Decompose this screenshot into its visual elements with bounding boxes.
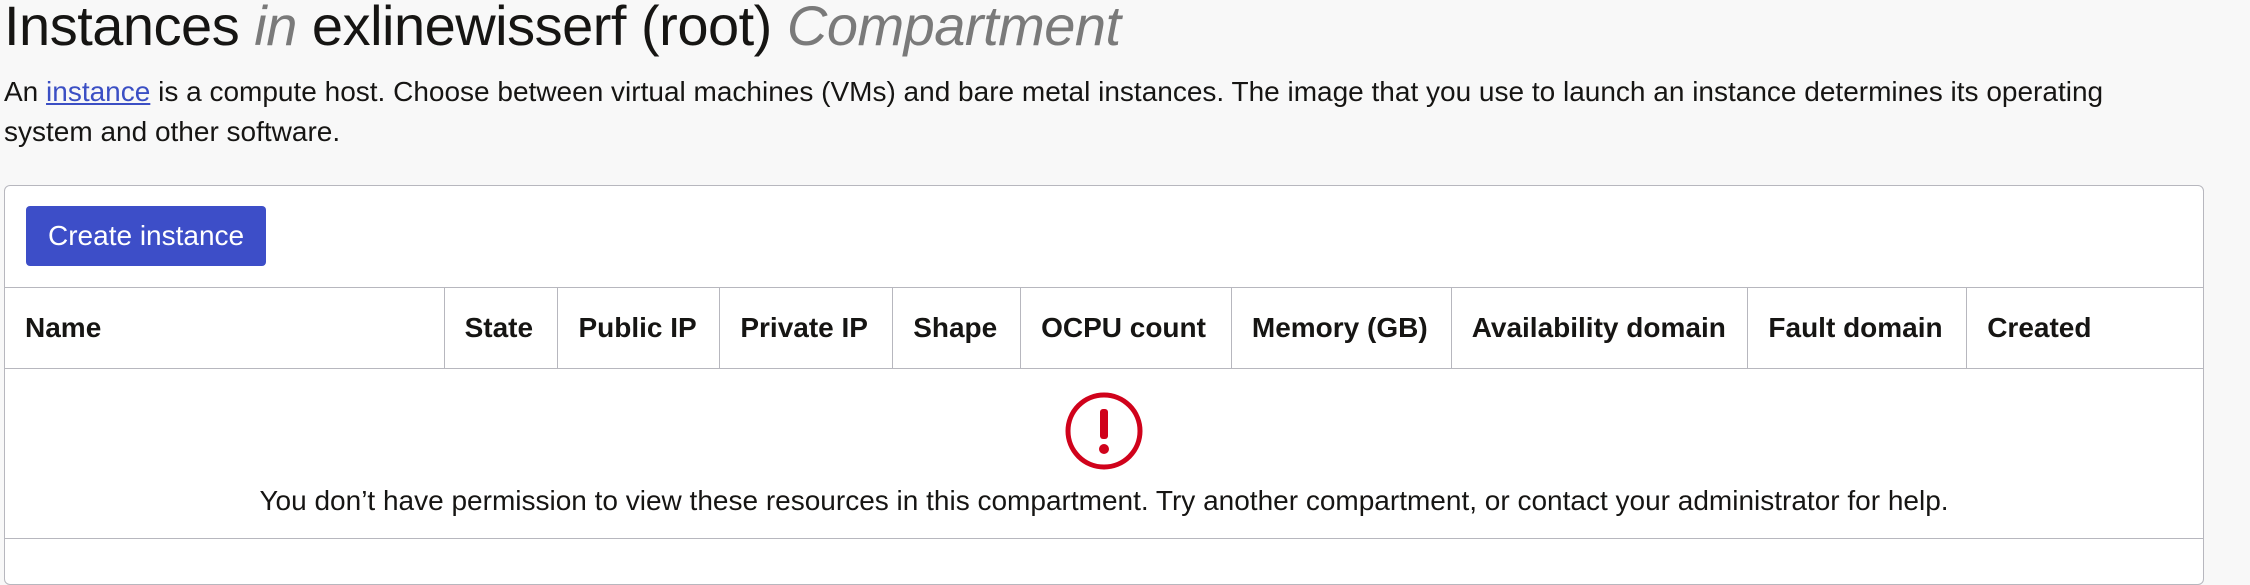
page-title: Instances in exlinewisserf (root) Compar… <box>4 0 1121 62</box>
column-header-public-ip[interactable]: Public IP <box>558 288 721 368</box>
instance-doc-link[interactable]: instance <box>46 76 150 107</box>
column-header-fault-domain[interactable]: Fault domain <box>1748 288 1968 368</box>
table-header-row: Name State Public IP Private IP Shape OC… <box>5 287 2203 369</box>
description-prefix: An <box>4 76 47 107</box>
column-header-state[interactable]: State <box>445 288 559 368</box>
description-suffix: is a compute host. Choose between virtua… <box>4 76 2104 147</box>
column-header-shape[interactable]: Shape <box>893 288 1022 368</box>
title-compartment-word: Compartment <box>786 0 1121 57</box>
column-header-availability-domain[interactable]: Availability domain <box>1452 288 1749 368</box>
title-in: in <box>254 0 297 57</box>
column-header-created[interactable]: Created <box>1967 288 2203 368</box>
alert-circle-icon <box>1065 392 1143 470</box>
column-header-memory[interactable]: Memory (GB) <box>1232 288 1452 368</box>
create-instance-button[interactable]: Create instance <box>26 206 267 266</box>
permission-error-message: You don’t have permission to view these … <box>259 485 1949 516</box>
column-header-ocpu-count[interactable]: OCPU count <box>1021 288 1232 368</box>
column-header-private-ip[interactable]: Private IP <box>720 288 894 368</box>
page-description: An instance is a compute host. Choose be… <box>4 72 2184 152</box>
empty-state: You don’t have permission to view these … <box>5 369 2203 539</box>
column-header-name[interactable]: Name <box>5 288 445 368</box>
title-compartment-name: exlinewisserf (root) <box>311 0 772 57</box>
instances-table-panel: Create instance Name State Public IP Pri… <box>4 185 2204 585</box>
title-resource: Instances <box>4 0 240 57</box>
